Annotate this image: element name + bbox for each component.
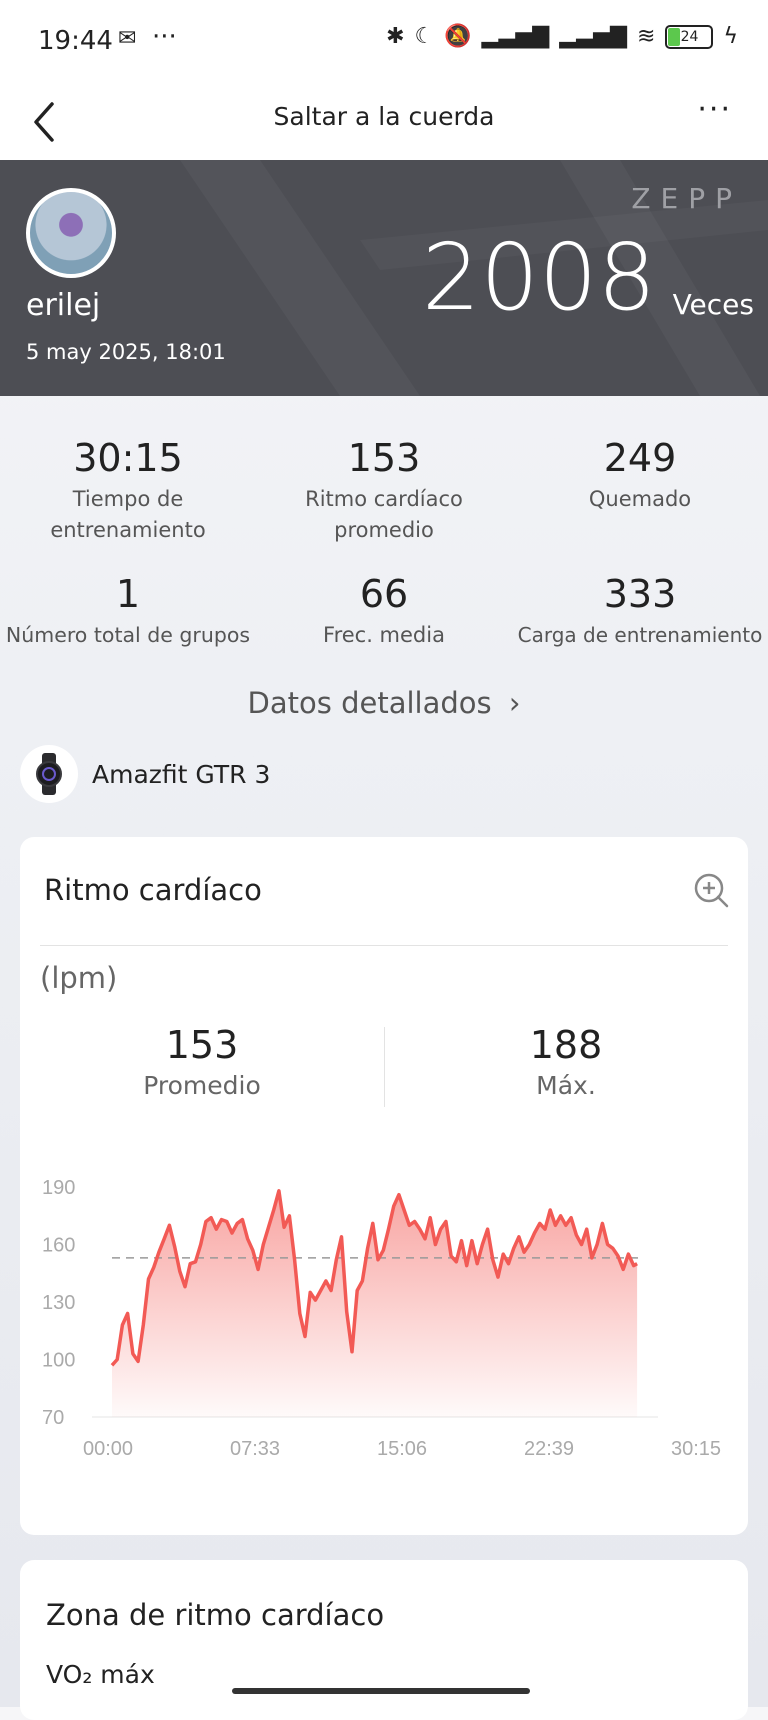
device-name: Amazfit GTR 3 [92, 759, 271, 789]
stat-avg-frequency: 66 Frec. media [256, 572, 512, 651]
stat-label: Ritmo cardíaco promedio [305, 487, 463, 542]
device-row[interactable]: Amazfit GTR 3 [20, 744, 270, 804]
moon-icon: ☾ [414, 24, 435, 49]
heart-rate-card: Ritmo cardíaco (lpm) 153 Promedio 188 Má… [20, 837, 748, 1535]
y-tick-label: 190 [42, 1177, 75, 1199]
battery-level: 24 [680, 28, 699, 45]
jump-count-unit: Veces [672, 288, 754, 321]
hr-max-value: 188 [529, 1023, 603, 1067]
bluetooth-icon: ✱ [386, 24, 405, 49]
stat-value: 333 [603, 572, 677, 616]
app-header: Saltar a la cuerda ··· [0, 86, 768, 160]
stat-value: 1 [115, 572, 141, 616]
heart-rate-chart: 190 160 130 100 70 00:00 07:33 15:06 22:39 30:15 [42, 1177, 721, 1460]
hr-average-value: 153 [165, 1023, 239, 1067]
x-tick-label: 07:33 [230, 1438, 280, 1460]
x-tick-label: 00:00 [83, 1438, 133, 1460]
stat-value: 153 [347, 436, 421, 480]
x-tick-label: 15:06 [377, 1438, 427, 1460]
y-tick-label: 160 [42, 1235, 75, 1257]
charging-icon: ϟ [723, 24, 738, 49]
status-time: 19:44 [38, 26, 113, 56]
avatar[interactable] [26, 188, 116, 278]
stat-label: Tiempo de entrenamiento [50, 487, 206, 542]
watch-icon [20, 745, 78, 803]
stat-label: Quemado [588, 487, 692, 511]
stat-label: Frec. media [323, 623, 445, 647]
stat-label: Número total de grupos [5, 623, 251, 647]
y-tick-label: 130 [42, 1292, 75, 1314]
detailed-data-link[interactable]: Datos detallados › [0, 686, 768, 720]
status-more-icon: ··· [152, 22, 177, 52]
stat-value: 66 [359, 572, 409, 616]
detailed-data-label: Datos detallados [247, 686, 492, 720]
vo2max-label: VO₂ máx [46, 1660, 155, 1689]
x-tick-label: 22:39 [524, 1438, 574, 1460]
wifi-icon: ≋ [637, 24, 656, 49]
hr-max: 188 Máx. [384, 1023, 748, 1100]
status-bar: 19:44 ✉ ··· ✱ ☾ 🔕 ▂▃▅▇ ▂▃▅▇ ≋ 24 ϟ [0, 0, 768, 86]
stat-total-groups: 1 Número total de grupos [0, 572, 256, 651]
workout-banner: erilej 5 may 2025, 18:01 ZEPP 2008 Veces [0, 160, 768, 396]
zepp-logo: ZEPP [631, 182, 742, 215]
chevron-right-icon: › [508, 686, 521, 720]
stat-training-load: 333 Carga de entrenamiento [512, 572, 768, 651]
stat-calories: 249 Quemado [512, 436, 768, 515]
envelope-x-icon: ✉ [118, 26, 137, 51]
jump-count: 2008 [421, 224, 656, 331]
hr-max-label: Máx. [536, 1071, 596, 1100]
stat-value: 249 [603, 436, 677, 480]
hr-average-label: Promedio [143, 1071, 261, 1100]
page-title: Saltar a la cuerda [273, 102, 495, 131]
username: erilej [26, 288, 101, 323]
heart-rate-zone-card: Zona de ritmo cardíaco VO₂ máx [20, 1560, 748, 1720]
stat-label: Carga de entrenamiento [517, 623, 763, 647]
zone-card-title: Zona de ritmo cardíaco [46, 1598, 385, 1632]
battery-icon: 24 [665, 24, 714, 49]
chart-unit: (lpm) [40, 961, 118, 995]
more-options-button[interactable]: ··· [697, 92, 732, 127]
y-tick-label: 70 [42, 1407, 64, 1429]
signal-icon: ▂▃▅▇ [559, 24, 628, 49]
stat-training-time: 30:15 Tiempo de entrenamiento [0, 436, 256, 546]
stat-avg-heart-rate: 153 Ritmo cardíaco promedio [256, 436, 512, 546]
workout-date: 5 may 2025, 18:01 [26, 340, 226, 364]
card-title: Ritmo cardíaco [44, 873, 262, 907]
home-indicator[interactable] [232, 1688, 530, 1694]
y-tick-label: 100 [42, 1350, 75, 1372]
zoom-in-icon[interactable] [692, 871, 730, 909]
hr-average: 153 Promedio [20, 1023, 384, 1100]
card-divider [40, 945, 728, 946]
stat-value: 30:15 [73, 436, 183, 480]
signal-icon: ▂▃▅▇ [481, 24, 550, 49]
x-tick-label: 30:15 [671, 1438, 721, 1460]
mute-icon: 🔕 [444, 24, 472, 49]
